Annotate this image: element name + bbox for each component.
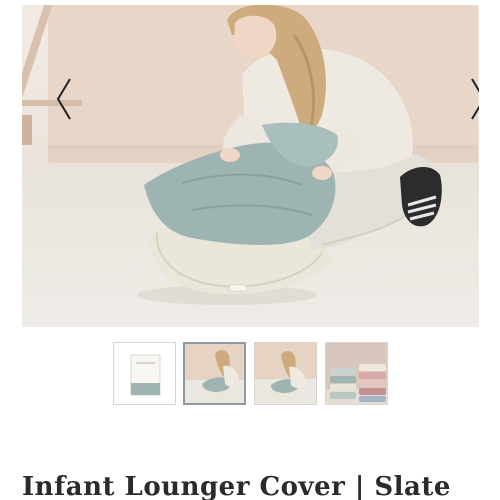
main-product-image[interactable] (22, 5, 479, 327)
woman-hand-right (312, 166, 332, 180)
thumbnail-woman-with-lounger[interactable] (183, 342, 246, 405)
thumbnail-strip (113, 342, 389, 406)
chevron-left-icon (56, 78, 71, 120)
woman-lounger-thumb-icon (185, 344, 244, 403)
packaged-cover-icon (114, 343, 175, 404)
photo-scene (137, 5, 442, 305)
woman-face (234, 15, 277, 58)
chevron-right-icon (471, 78, 479, 120)
lounger-label (229, 284, 247, 292)
prev-image-button[interactable] (54, 73, 74, 125)
woman-lounger-alt-thumb-icon (255, 343, 316, 404)
product-title: Infant Lounger Cover | Slate (22, 472, 451, 500)
next-image-button[interactable] (468, 73, 479, 125)
woman-hand-left (220, 148, 240, 162)
thumbnail-packaged-cover[interactable] (113, 342, 176, 405)
product-page: Infant Lounger Cover | Slate (0, 0, 500, 500)
thumbnail-stacked-covers[interactable] (325, 342, 388, 405)
thumbnail-woman-with-lounger-alt[interactable] (254, 342, 317, 405)
stacked-covers-thumb-icon (326, 343, 387, 404)
